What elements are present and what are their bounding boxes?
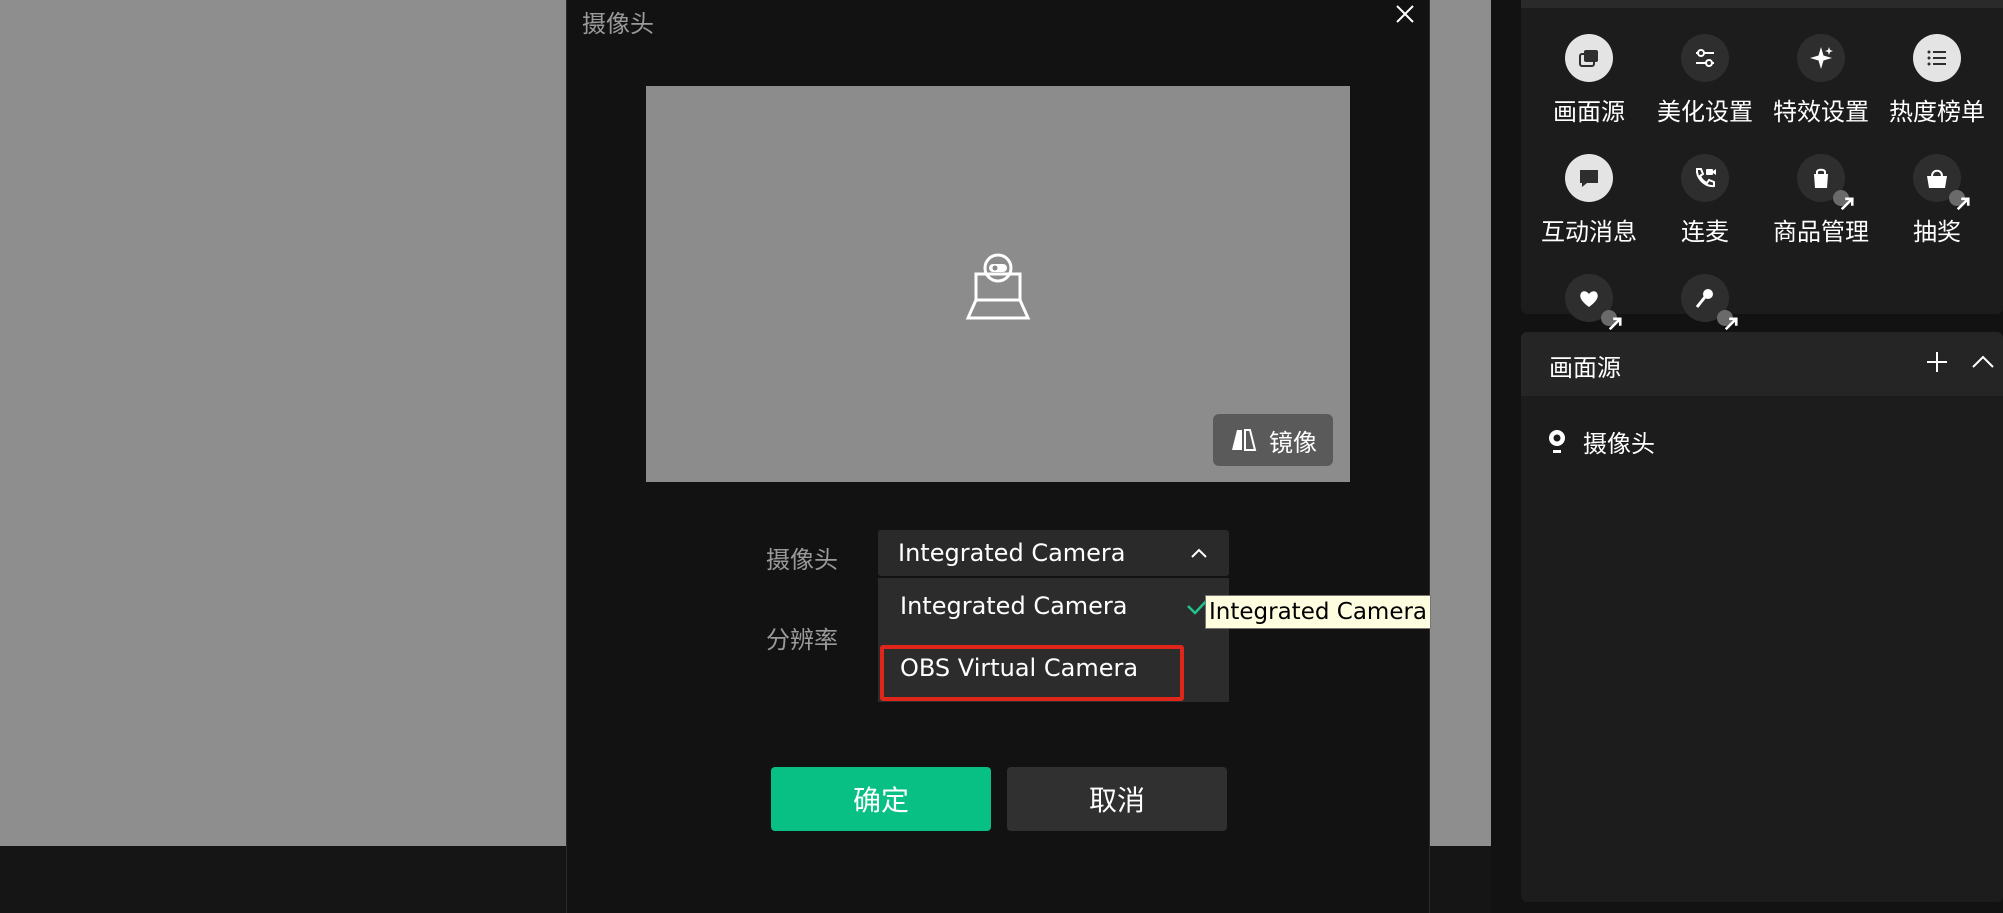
source-item-camera[interactable]: 摄像头 [1547,424,1655,459]
sparkle-icon [1797,34,1845,82]
external-link-icon [1601,310,1622,331]
tool-label: 特效设置 [1773,98,1869,126]
sliders-icon [1681,34,1729,82]
mirror-label: 镜像 [1269,428,1317,457]
tool-item[interactable]: 互动消息 [1531,154,1647,247]
chat-icon [1565,154,1613,202]
tool-item[interactable]: 商品管理 [1763,154,1879,247]
source-item-label: 摄像头 [1583,430,1655,458]
camera-select[interactable]: Integrated Camera [878,530,1229,576]
tools-panel: 画面源 美化设置 特效设置 热度榜单 互动消息 连麦 商品管理 抽奖 [1521,0,2003,331]
cancel-button[interactable]: 取消 [1007,767,1227,831]
mirror-button[interactable]: 镜像 [1213,414,1333,466]
tool-item[interactable]: 热度榜单 [1879,34,1995,127]
selection-highlight [880,645,1184,701]
panel-divider [1521,0,2003,8]
tool-item[interactable]: 画面源 [1531,34,1647,127]
plus-icon [1927,352,1947,372]
camera-option[interactable]: Integrated Camera [878,578,1229,634]
tool-item[interactable] [1531,274,1647,331]
lottery-icon [1913,154,1970,211]
phone-video-icon [1681,154,1729,202]
tool-label: 商品管理 [1773,218,1869,246]
tool-label: 热度榜单 [1889,98,1985,126]
external-link-icon [1833,190,1854,211]
tool-item[interactable]: 抽奖 [1879,154,1995,247]
resolution-field-label: 分辨率 [766,626,838,654]
camera-preview: 镜像 [646,86,1350,482]
tool-item[interactable] [1647,274,1763,331]
collapse-button[interactable] [1967,346,1999,378]
dialog-title: 摄像头 [582,10,654,38]
list-icon [1913,34,1961,82]
shopping-bag-icon [1797,154,1854,211]
close-button[interactable] [1391,0,1419,28]
microphone-icon [1681,274,1738,331]
tool-label: 互动消息 [1541,218,1637,246]
source-panel: 画面源 摄像头 [1521,332,2003,902]
chevron-up-icon [1972,355,1994,368]
external-link-icon [1949,190,1970,211]
confirm-button[interactable]: 确定 [771,767,991,831]
chevron-up-icon [1191,548,1207,558]
add-source-button[interactable] [1921,346,1953,378]
mirror-icon [1232,429,1257,451]
tool-label: 画面源 [1553,98,1625,126]
location-pin-icon [1549,429,1565,453]
tooltip: Integrated Camera [1205,595,1432,629]
heart-sparkle-icon [1565,274,1622,331]
close-icon [1396,5,1414,23]
tool-label: 连麦 [1681,218,1729,246]
camera-dialog: 摄像头 镜像 摄像头 分辨率 Integrated Camera Integra… [566,0,1430,913]
tool-item[interactable]: 美化设置 [1647,34,1763,127]
tool-item[interactable]: 连麦 [1647,154,1763,247]
option-label: Integrated Camera [900,592,1128,620]
camera-select-value: Integrated Camera [898,539,1126,567]
tool-label: 美化设置 [1657,98,1753,126]
source-panel-title: 画面源 [1549,354,1621,382]
webcam-icon [965,253,1031,320]
tool-item[interactable]: 特效设置 [1763,34,1879,127]
camera-field-label: 摄像头 [766,546,838,574]
external-link-icon [1717,310,1738,331]
tool-label: 抽奖 [1913,218,1961,246]
source-panel-header: 画面源 [1521,332,2003,396]
layers-icon [1565,34,1613,82]
